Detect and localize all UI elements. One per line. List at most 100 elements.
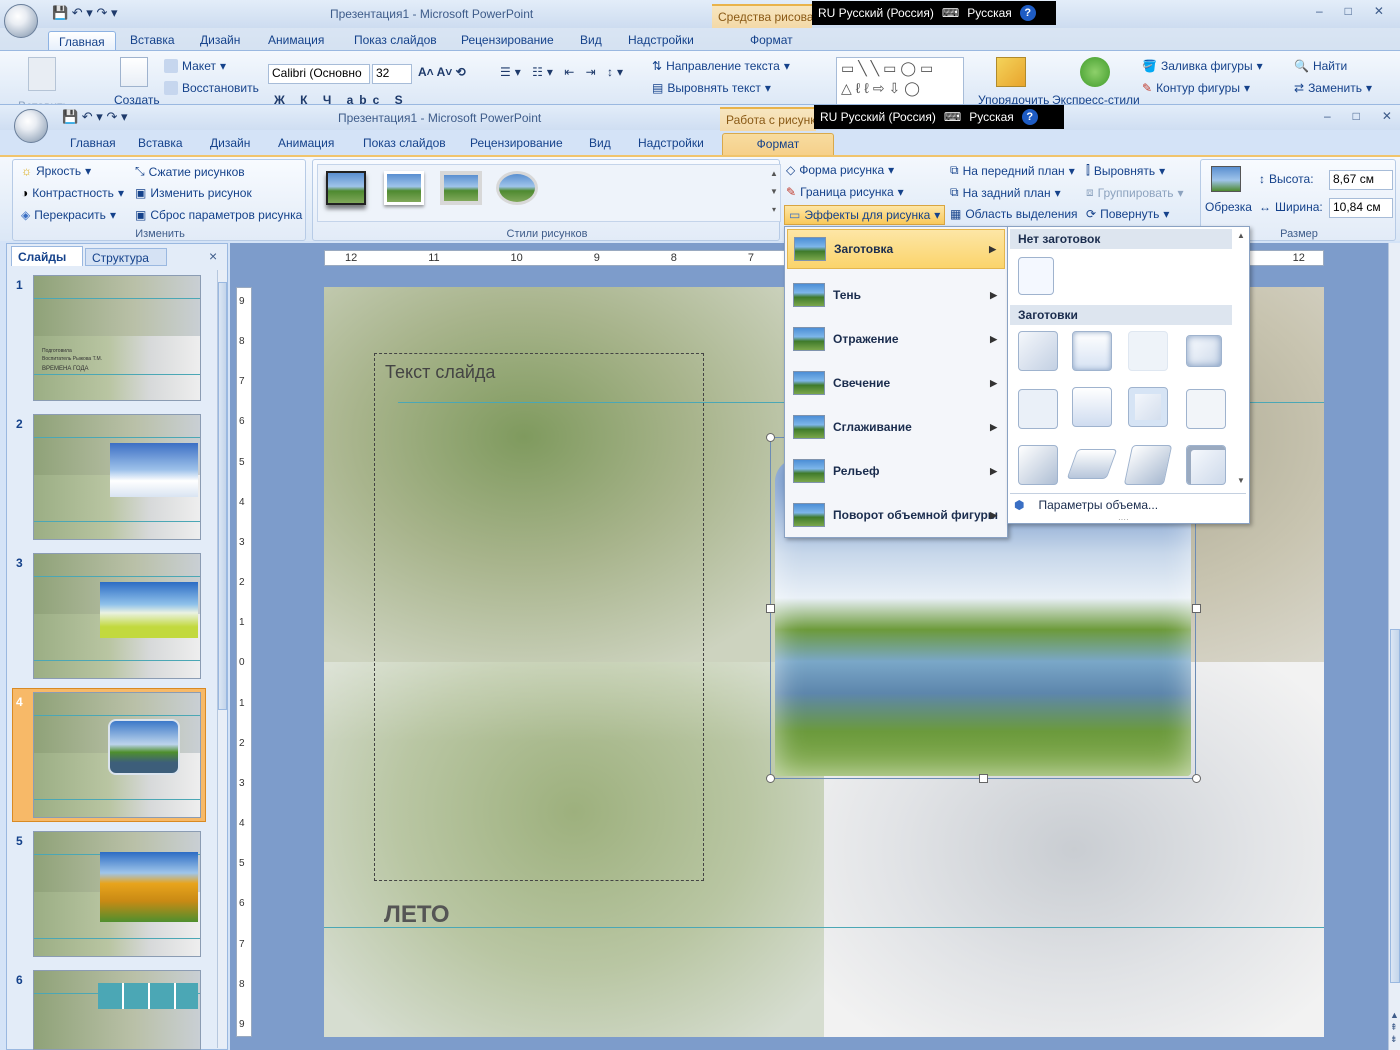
resize-grip-icon[interactable]: ····	[1118, 515, 1129, 524]
picture-shape-button[interactable]: ◇ Форма рисунка ▾	[786, 163, 894, 177]
preset-12[interactable]	[1186, 445, 1226, 485]
tab2-review[interactable]: Рецензирование	[470, 136, 563, 150]
help-icon-2[interactable]: ?	[1021, 109, 1038, 125]
preset-4[interactable]	[1186, 335, 1222, 367]
shapes-gallery[interactable]: ▭╲╲▭◯▭ △ℓℓ⇨⇩◯	[836, 57, 964, 105]
picture-styles-gallery[interactable]: ▲ ▼ ▾	[317, 164, 781, 222]
office-button[interactable]	[4, 4, 38, 38]
menu-item-shadow[interactable]: Тень ▶	[787, 275, 1005, 315]
context-tab-picture[interactable]: Работа с рисунк	[720, 107, 816, 131]
slide-thumbnail-2[interactable]	[33, 414, 201, 540]
context-tab-drawing[interactable]: Средства рисова	[712, 4, 812, 28]
tab-view[interactable]: Вид	[580, 33, 602, 47]
align-text-button[interactable]: ▤ Выровнять текст ▾	[652, 81, 771, 95]
picture-style-3[interactable]	[440, 171, 482, 205]
preset-6[interactable]	[1072, 387, 1112, 427]
tab-design[interactable]: Дизайн	[200, 33, 240, 47]
season-title[interactable]: ЛЕТО	[384, 901, 450, 929]
text-direction-button[interactable]: ⇅ Направление текста ▾	[652, 59, 790, 73]
keyboard-layout[interactable]: Русская	[967, 6, 1012, 20]
font-name-field[interactable]: Calibri (Основно	[268, 64, 370, 84]
menu-item-reflection[interactable]: Отражение ▶	[787, 319, 1005, 359]
tab-slideshow[interactable]: Показ слайдов	[354, 33, 437, 47]
find-button[interactable]: 🔍 Найти	[1294, 59, 1347, 73]
tab2-insert[interactable]: Вставка	[138, 136, 183, 150]
picture-border-button[interactable]: ✎ Граница рисунка ▾	[786, 185, 904, 199]
slide-thumbnail-3[interactable]	[33, 553, 201, 679]
panel-scrollbar[interactable]	[217, 270, 227, 1048]
resize-handle[interactable]	[766, 774, 775, 783]
change-picture-button[interactable]: ▣ Изменить рисунок	[135, 186, 252, 200]
menu-item-3d-rotation[interactable]: Поворот объемной фигуры ▶	[787, 495, 1005, 535]
preset-9[interactable]	[1018, 445, 1058, 485]
tab2-format[interactable]: Формат	[722, 133, 834, 155]
width-field[interactable]: 10,84 см	[1329, 198, 1393, 218]
slide-thumbnail-6[interactable]	[33, 970, 201, 1050]
resize-handle[interactable]	[1192, 774, 1201, 783]
gallery-scrollbar[interactable]: ▲ ▼	[1234, 229, 1248, 491]
tab2-design[interactable]: Дизайн	[210, 136, 250, 150]
layout-button[interactable]: Макет ▾	[164, 59, 226, 73]
panel-scroll-thumb[interactable]	[218, 282, 227, 710]
language-code-2[interactable]: RU Русский (Россия)	[820, 110, 936, 124]
height-field[interactable]: 8,67 см	[1329, 170, 1393, 190]
preset-none[interactable]	[1018, 257, 1054, 295]
brightness-button[interactable]: ☼ Яркость ▾	[21, 164, 91, 178]
align-button[interactable]: ⫿ Выровнять ▾	[1086, 163, 1165, 178]
shape-outline-button[interactable]: ✎ Контур фигуры ▾	[1142, 81, 1250, 95]
shape-fill-button[interactable]: 🪣 Заливка фигуры ▾	[1142, 59, 1263, 73]
menu-item-soft-edges[interactable]: Сглаживание ▶	[787, 407, 1005, 447]
resize-handle[interactable]	[766, 604, 775, 613]
text-placeholder-box[interactable]: Текст слайда	[374, 353, 704, 881]
preset-3[interactable]	[1128, 331, 1168, 371]
picture-style-2[interactable]	[384, 171, 424, 205]
tab2-home[interactable]: Главная	[70, 136, 116, 150]
rotate-button[interactable]: ⟳ Повернуть ▾	[1086, 207, 1169, 221]
keyboard-layout-2[interactable]: Русская	[969, 110, 1014, 124]
picture-effects-button[interactable]: ▭ Эффекты для рисунка ▾	[784, 205, 946, 225]
tab2-slideshow[interactable]: Показ слайдов	[363, 136, 446, 150]
main-scroll-thumb[interactable]	[1390, 629, 1400, 983]
office-button-2[interactable]	[14, 109, 48, 143]
selection-pane-button[interactable]: ▦ Область выделения	[950, 207, 1078, 221]
resize-handle[interactable]	[979, 774, 988, 783]
picture-style-1[interactable]	[326, 171, 366, 205]
close-panel-icon[interactable]: ×	[209, 248, 217, 264]
slide-thumbnail-1[interactable]: Подготовила Воспитатель Рыжова Т.М. ВРЕМ…	[33, 275, 201, 401]
window-controls-2[interactable]: –□✕	[1324, 109, 1400, 123]
recolor-button[interactable]: ◈ Перекрасить ▾	[21, 208, 116, 222]
quick-access-toolbar[interactable]: 💾 ↶ ▾ ↷ ▾	[52, 5, 117, 21]
tab2-animation[interactable]: Анимация	[278, 136, 334, 150]
help-icon[interactable]: ?	[1019, 5, 1036, 21]
tab2-view[interactable]: Вид	[589, 136, 611, 150]
preset-2[interactable]	[1072, 331, 1112, 371]
tab-addins[interactable]: Надстройки	[628, 33, 694, 47]
gallery-scroll[interactable]: ▲ ▼ ▾	[768, 165, 780, 221]
language-bar[interactable]: RU Русский (Россия) ⌨ Русская ?	[812, 1, 1056, 25]
slide-thumbnail-5[interactable]	[33, 831, 201, 957]
page-nav-icons[interactable]: ▲ ⇞ ⇟	[1390, 1009, 1399, 1045]
preset-11[interactable]	[1123, 445, 1173, 485]
preset-8[interactable]	[1186, 389, 1226, 429]
font-grow-shrink[interactable]: A˄ A˅ ⟲	[418, 65, 466, 79]
resize-handle[interactable]	[1192, 604, 1201, 613]
picture-style-4[interactable]	[496, 171, 538, 205]
preset-10[interactable]	[1066, 449, 1118, 479]
tab-slides[interactable]: Слайды	[11, 246, 83, 266]
preset-5[interactable]	[1018, 389, 1058, 429]
resize-handle[interactable]	[766, 433, 775, 442]
crop-button[interactable]: Обрезка	[1205, 200, 1252, 214]
replace-button[interactable]: ⇄ Заменить ▾	[1294, 81, 1372, 95]
list-buttons[interactable]: ☰▾ ☷▾ ⇤ ⇥ ↕▾	[500, 65, 627, 79]
quick-access-toolbar-2[interactable]: 💾 ↶ ▾ ↷ ▾	[62, 109, 127, 125]
tab-animation[interactable]: Анимация	[268, 33, 324, 47]
font-size-field[interactable]: 32	[372, 64, 412, 84]
menu-item-bevel[interactable]: Рельеф ▶	[787, 451, 1005, 491]
language-bar-2[interactable]: RU Русский (Россия) ⌨ Русская ?	[814, 105, 1064, 129]
tab-format[interactable]: Формат	[750, 33, 793, 47]
preset-7[interactable]	[1128, 387, 1168, 427]
restore-button[interactable]: Восстановить	[164, 81, 259, 95]
tab-outline[interactable]: Структура	[85, 248, 167, 266]
main-scrollbar[interactable]: ▲ ⇞ ⇟	[1388, 243, 1400, 1050]
preset-1[interactable]	[1018, 331, 1058, 371]
